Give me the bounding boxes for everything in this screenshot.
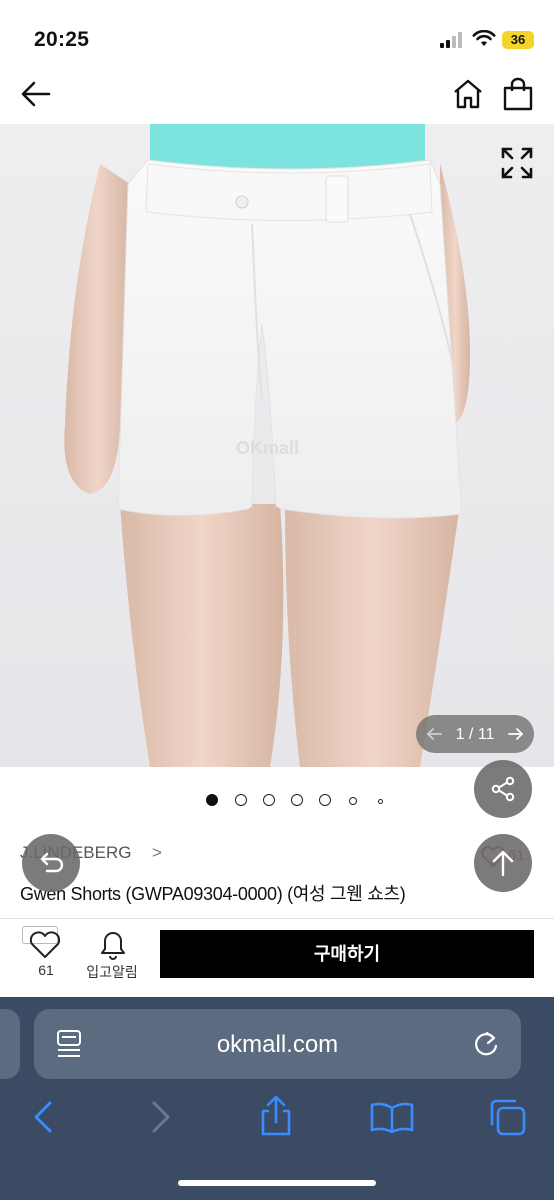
address-bar[interactable]: okmall.com (34, 1009, 521, 1079)
carousel-dot[interactable] (378, 799, 383, 804)
like-count: 61 (38, 962, 54, 978)
address-text[interactable]: okmall.com (34, 1031, 521, 1059)
heart-icon[interactable] (28, 930, 62, 960)
wifi-icon (472, 30, 496, 46)
product-title: Gwen Shorts (GWPA09304-0000) (여성 그웬 쇼츠) (20, 884, 406, 904)
restock-alert-button[interactable]: 입고알림 (80, 962, 144, 982)
carousel-dot-active[interactable] (206, 794, 218, 806)
status-bar: 20:25 36 (0, 0, 554, 72)
battery-indicator: 36 (502, 31, 534, 49)
browser-share-icon[interactable] (258, 1095, 294, 1137)
bell-icon[interactable] (99, 930, 127, 960)
cellular-signal-icon (440, 32, 462, 48)
shopping-bag-icon[interactable] (502, 77, 534, 111)
browser-forward-icon[interactable] (150, 1101, 172, 1133)
carousel-dot[interactable] (263, 794, 275, 806)
tabs-icon[interactable] (488, 1098, 526, 1136)
carousel-dot[interactable] (319, 794, 331, 806)
undo-button[interactable] (22, 834, 80, 892)
screen: 20:25 36 OKmall 1 / 11 > Gwen Shorts (GW… (0, 0, 554, 1200)
product-image[interactable]: OKmall (0, 124, 554, 767)
expand-icon[interactable] (500, 146, 534, 180)
bookmarks-icon[interactable] (370, 1101, 414, 1133)
scroll-top-button[interactable] (474, 834, 532, 892)
home-indicator (178, 1180, 376, 1186)
back-arrow-icon[interactable] (20, 80, 52, 108)
share-icon (491, 776, 515, 802)
undo-icon (40, 852, 64, 873)
reload-icon[interactable] (472, 1029, 500, 1059)
section-divider (0, 918, 554, 919)
browser-back-icon[interactable] (32, 1101, 54, 1133)
carousel-dot[interactable] (235, 794, 247, 806)
home-icon[interactable] (452, 78, 484, 110)
brand-chevron-icon: > (152, 843, 162, 862)
browser-bottom-bar: okmall.com (0, 997, 554, 1200)
product-photo-illustration: OKmall (0, 124, 554, 767)
previous-tab-preview[interactable] (0, 1009, 20, 1079)
carousel-dot[interactable] (349, 797, 357, 805)
carousel-dot[interactable] (291, 794, 303, 806)
scroll-top-icon (492, 850, 514, 877)
watermark-text: OKmall (236, 438, 299, 458)
buy-button[interactable]: 구매하기 (160, 930, 534, 978)
share-button[interactable] (474, 760, 532, 818)
app-header (0, 72, 554, 124)
status-time: 20:25 (34, 28, 90, 51)
next-image-arrow-icon[interactable] (508, 726, 524, 742)
image-counter: 1 / 11 (416, 715, 534, 753)
